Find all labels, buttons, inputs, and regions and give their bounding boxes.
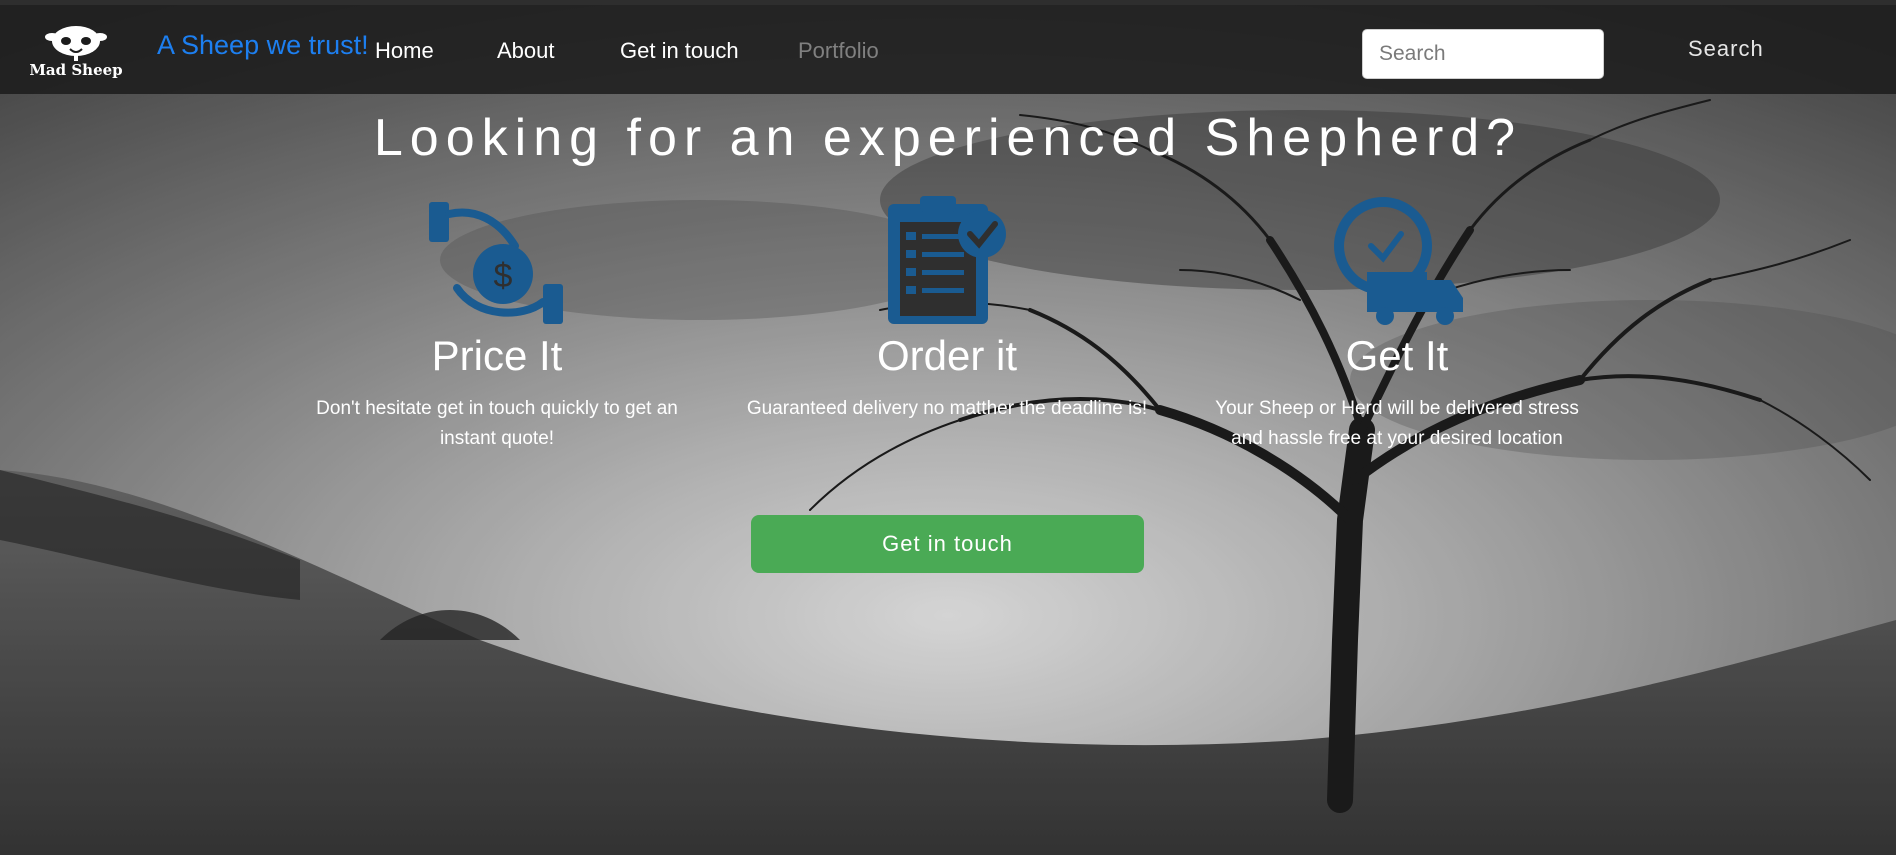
nav-link-portfolio[interactable]: Portfolio: [798, 38, 879, 64]
brand-logo[interactable]: Mad Sheep: [24, 19, 128, 81]
feature-description: Your Sheep or Herd will be delivered str…: [1215, 398, 1579, 449]
feature-get-it: Get It Your Sheep or Herd will be delive…: [1187, 196, 1607, 454]
search-button[interactable]: Search: [1688, 36, 1764, 62]
feature-price-it: $ Price It Don't hesitate get in touch q…: [287, 196, 707, 454]
svg-text:$: $: [494, 257, 513, 295]
get-in-touch-button[interactable]: Get in touch: [751, 515, 1144, 573]
logo-text: Mad Sheep: [29, 61, 123, 79]
hand-coin-icon: $: [429, 202, 563, 324]
search-input[interactable]: [1362, 29, 1604, 79]
sheep-logo-icon: [45, 26, 107, 61]
brand-tagline[interactable]: A Sheep we trust!: [157, 30, 369, 61]
feature-order-it: Order it Guaranteed delivery no matther …: [737, 196, 1157, 424]
nav-link-get-in-touch[interactable]: Get in touch: [620, 38, 739, 64]
nav-link-about[interactable]: About: [497, 38, 555, 64]
feature-title: Order it: [876, 332, 1018, 379]
feature-description: Guaranteed delivery no matther the deadl…: [746, 398, 1148, 419]
feature-title: Price It: [431, 332, 563, 379]
navbar: Mad Sheep A Sheep we trust! Home About G…: [0, 5, 1896, 94]
clock-truck-icon: [1334, 197, 1463, 325]
feature-title: Get It: [1345, 332, 1449, 379]
clipboard-check-icon: [888, 196, 1006, 324]
feature-description: Don't hesitate get in touch quickly to g…: [316, 398, 678, 449]
nav-link-home[interactable]: Home: [375, 38, 434, 64]
hero-title: Looking for an experienced Shepherd?: [373, 109, 1523, 167]
